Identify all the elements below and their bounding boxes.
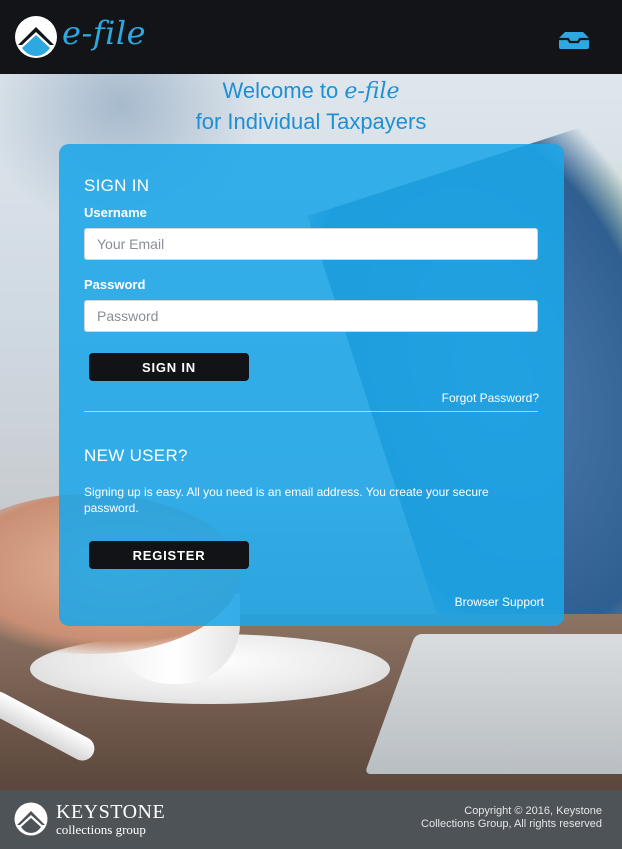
login-panel: SIGN IN Username Password SIGN IN Forgot… xyxy=(59,144,564,626)
company-name: KEYSTONE xyxy=(56,801,166,823)
username-input[interactable] xyxy=(84,228,538,260)
signin-button[interactable]: SIGN IN xyxy=(89,353,249,381)
welcome-heading: Welcome to e-file for Individual Taxpaye… xyxy=(0,74,622,137)
footer: KEYSTONE collections group Copyright © 2… xyxy=(0,790,622,849)
signup-description: Signing up is easy. All you need is an e… xyxy=(84,485,489,515)
new-user-heading: NEW USER? xyxy=(84,446,188,465)
username-label: Username xyxy=(84,205,147,220)
welcome-brand: e-file xyxy=(344,79,400,104)
copyright-line-1: Copyright © 2016, Keystone xyxy=(464,805,602,817)
copyright-notice: Copyright © 2016, Keystone Collections G… xyxy=(421,805,602,831)
inbox-tray-icon[interactable] xyxy=(556,30,592,50)
welcome-line-1: Welcome to e-file xyxy=(0,74,622,107)
browser-support-link[interactable]: Browser Support xyxy=(455,595,544,609)
efile-logo-icon xyxy=(15,16,57,58)
welcome-line-2: for Individual Taxpayers xyxy=(195,109,427,134)
password-input[interactable] xyxy=(84,300,538,332)
copyright-line-2: Collections Group, All rights reserved xyxy=(421,818,602,830)
password-label: Password xyxy=(84,277,146,292)
brand-logo-text: e-file xyxy=(62,14,146,52)
company-subtitle: collections group xyxy=(56,822,146,837)
keystone-logo-icon xyxy=(14,802,48,836)
welcome-prefix: Welcome to xyxy=(222,78,345,103)
top-bar: e-file xyxy=(0,0,622,74)
forgot-password-link[interactable]: Forgot Password? xyxy=(442,391,539,405)
section-divider xyxy=(84,411,538,412)
signin-heading: SIGN IN xyxy=(84,176,150,195)
register-button[interactable]: REGISTER xyxy=(89,541,249,569)
